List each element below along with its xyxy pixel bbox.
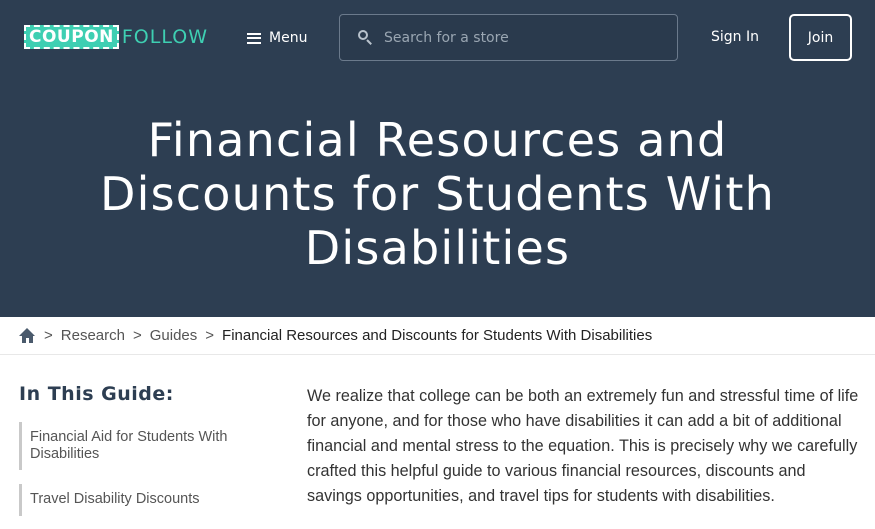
breadcrumb: > Research > Guides > Financial Resource… [0,317,875,355]
page-title: Financial Resources and Discounts for St… [100,113,775,275]
search-input[interactable] [384,29,654,46]
top-navigation: COUPON FOLLOW Menu Sign In Join [0,0,875,75]
breadcrumb-research-link[interactable]: Research [61,327,125,344]
join-button[interactable]: Join [789,14,852,61]
hero-header: COUPON FOLLOW Menu Sign In Join Financia… [0,0,875,317]
breadcrumb-current-page: Financial Resources and Discounts for St… [222,327,653,344]
guide-link-travel-discounts[interactable]: Travel Disability Discounts [19,484,264,516]
article-intro-paragraph: We realize that college can be both an e… [307,387,859,505]
sign-in-link[interactable]: Sign In [711,27,759,47]
search-icon [358,29,374,46]
breadcrumb-separator: > [44,327,53,344]
couponfollow-logo[interactable]: COUPON FOLLOW [24,25,208,49]
logo-follow-text: FOLLOW [121,26,208,48]
menu-button[interactable]: Menu [247,27,307,49]
hamburger-icon [247,32,261,44]
breadcrumb-separator: > [132,327,142,344]
store-search-box[interactable] [339,14,678,61]
home-icon[interactable] [19,327,36,344]
menu-label: Menu [269,30,308,46]
guide-title: In This Guide: [19,383,174,405]
breadcrumb-separator: > [205,327,215,344]
logo-coupon-text: COUPON [24,25,119,49]
guide-link-financial-aid[interactable]: Financial Aid for Students With Disabili… [19,422,264,470]
breadcrumb-guides-link[interactable]: Guides [150,327,198,344]
